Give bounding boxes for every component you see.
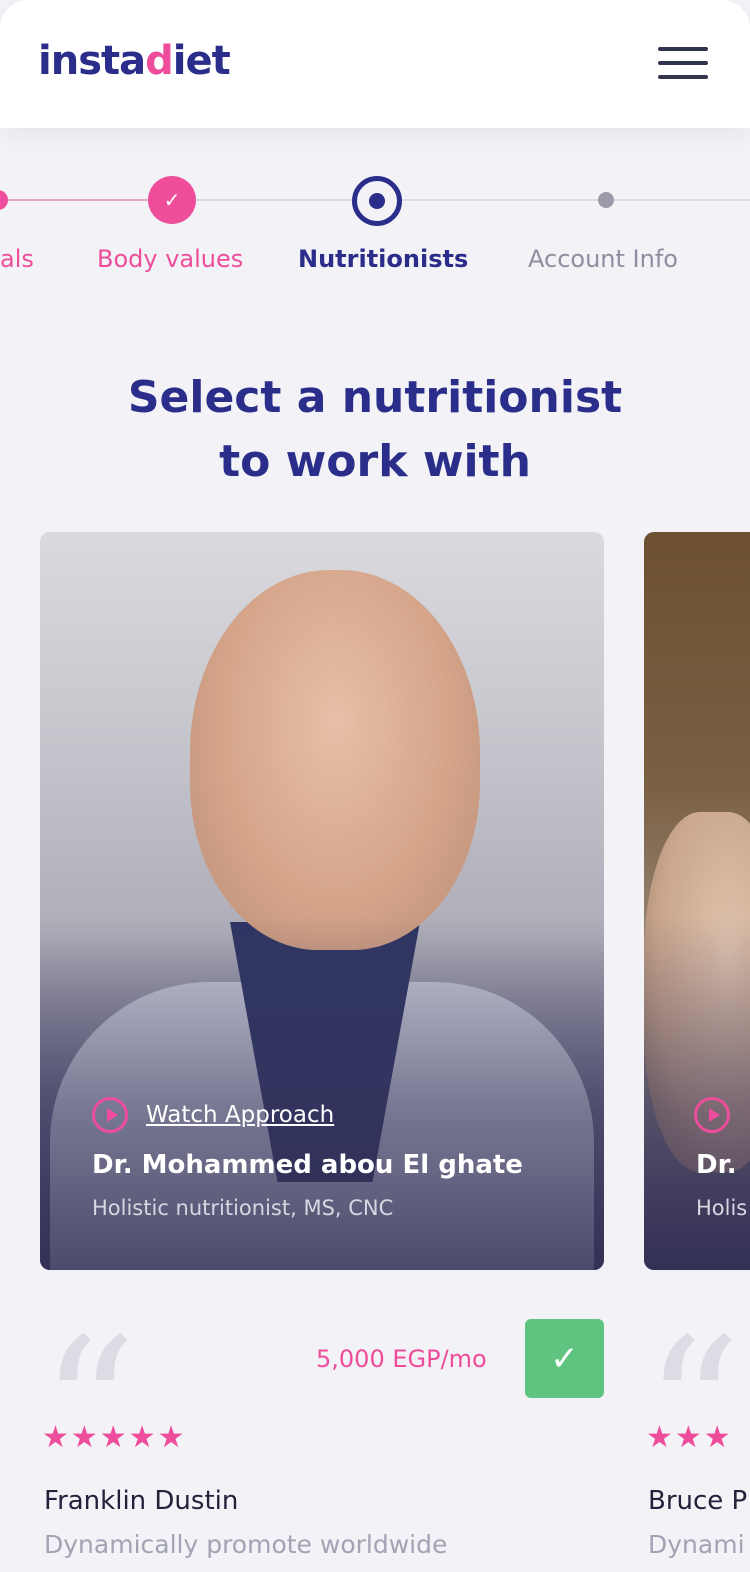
current-step-dot bbox=[369, 193, 385, 209]
reviewer-name: Franklin Dustin bbox=[44, 1486, 239, 1516]
signup-stepper: als ✓ Body values Nutritionists Account … bbox=[0, 160, 750, 290]
nutritionist-name: Dr. bbox=[696, 1150, 737, 1180]
page-title-line-2: to work with bbox=[219, 436, 531, 487]
stepper-line bbox=[402, 199, 598, 201]
step-goals-label[interactable]: als bbox=[0, 245, 34, 273]
nutritionist-name: Dr. Mohammed abou El ghate bbox=[92, 1150, 523, 1180]
check-icon: ✓ bbox=[550, 1338, 579, 1379]
logo-accent: d bbox=[145, 38, 174, 84]
play-icon bbox=[694, 1097, 730, 1133]
page-title: Select a nutritionist to work with bbox=[0, 366, 750, 494]
instadiet-logo[interactable]: instadiet bbox=[38, 38, 231, 84]
stepper-line bbox=[196, 199, 352, 201]
watch-approach-button[interactable]: Watch Approach bbox=[92, 1097, 334, 1133]
rating-stars: ★★★ bbox=[646, 1420, 733, 1455]
stepper-line bbox=[0, 199, 148, 201]
app-header: instadiet bbox=[0, 0, 750, 128]
hamburger-menu-icon[interactable] bbox=[656, 44, 710, 82]
review-text: Dynami bbox=[648, 1530, 745, 1559]
step-nutritionists-current-icon[interactable] bbox=[352, 176, 402, 226]
watch-approach-label[interactable]: Watch Approach bbox=[146, 1102, 334, 1128]
nutritionist-credentials: Holistic nutritionist, MS, CNC bbox=[92, 1196, 394, 1220]
nutritionist-card[interactable]: Dr. Holis bbox=[644, 532, 750, 1270]
step-body-values-label[interactable]: Body values bbox=[97, 245, 243, 273]
rating-stars: ★★★★★ bbox=[42, 1420, 187, 1455]
step-body-values-check-icon[interactable]: ✓ bbox=[148, 176, 196, 224]
play-icon bbox=[92, 1097, 128, 1133]
quote-icon: “ bbox=[644, 1298, 742, 1519]
nutritionist-card[interactable]: Watch Approach Dr. Mohammed abou El ghat… bbox=[40, 532, 604, 1270]
step-nutritionists-label[interactable]: Nutritionists bbox=[298, 245, 468, 273]
watch-approach-button[interactable] bbox=[694, 1097, 730, 1133]
page-title-line-1: Select a nutritionist bbox=[127, 372, 623, 423]
logo-suffix: iet bbox=[172, 38, 231, 84]
logo-prefix: insta bbox=[38, 38, 146, 84]
select-nutritionist-button[interactable]: ✓ bbox=[525, 1319, 604, 1398]
reviewer-name: Bruce P bbox=[648, 1486, 748, 1516]
step-goals-node[interactable] bbox=[0, 190, 8, 210]
nutritionist-credentials: Holis bbox=[696, 1196, 748, 1220]
nutritionist-price: 5,000 EGP/mo bbox=[316, 1345, 487, 1373]
step-account-info-label[interactable]: Account Info bbox=[528, 245, 678, 273]
stepper-line bbox=[614, 199, 750, 201]
step-account-info-node[interactable] bbox=[598, 192, 614, 208]
quote-icon: “ bbox=[40, 1298, 138, 1519]
check-icon: ✓ bbox=[163, 188, 181, 212]
review-text: Dynamically promote worldwide bbox=[44, 1530, 448, 1559]
